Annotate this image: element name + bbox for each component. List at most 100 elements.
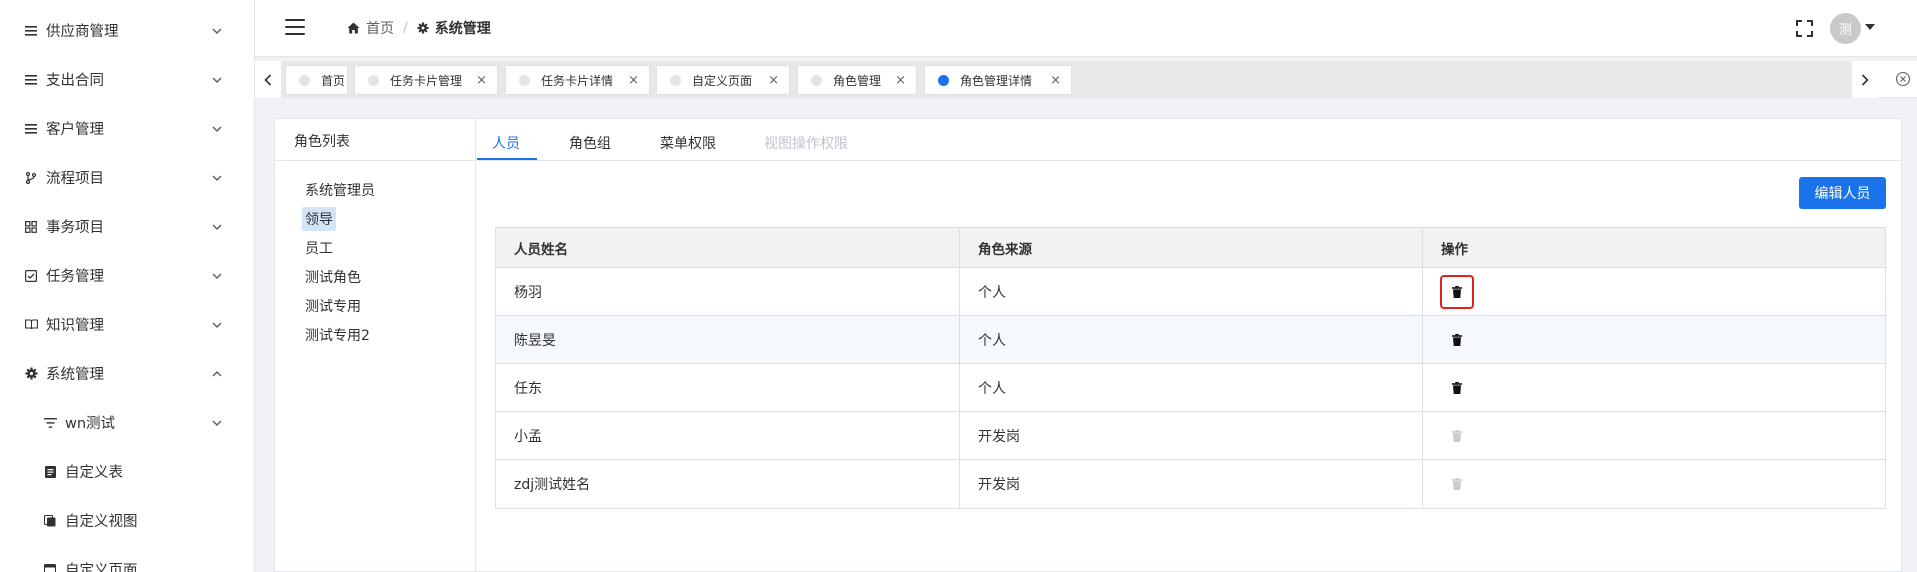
role-item[interactable]: 测试专用2 <box>302 323 373 347</box>
sidebar-item-system[interactable]: 系统管理 <box>0 349 254 398</box>
cell-actions <box>1423 460 1885 508</box>
column-header-actions: 操作 <box>1441 241 1468 258</box>
gear-icon <box>24 367 38 381</box>
sidebar-item-label: 自定义表 <box>65 465 123 481</box>
branch-icon <box>24 171 38 185</box>
role-item[interactable]: 测试专用 <box>302 294 364 318</box>
close-icon[interactable]: × <box>768 73 779 88</box>
active-tab-underline <box>477 158 537 160</box>
role-item[interactable]: 员工 <box>302 236 336 260</box>
chevron-down-icon <box>212 321 222 328</box>
sidebar-item-affair-project[interactable]: 事务项目 <box>0 202 254 251</box>
delete-button[interactable] <box>1440 371 1474 405</box>
table-row: 陈昱旻 个人 <box>496 316 1885 364</box>
sidebar-item-flow-project[interactable]: 流程项目 <box>0 153 254 202</box>
close-icon[interactable]: × <box>895 73 906 88</box>
sidebar-item-label: 系统管理 <box>46 367 104 383</box>
table-row: 杨羽 个人 <box>496 268 1885 316</box>
table-row: 小孟 开发岗 <box>496 412 1885 460</box>
breadcrumb-separator: / <box>403 20 408 36</box>
delete-button-disabled <box>1440 419 1474 453</box>
sidebar-item-task[interactable]: 任务管理 <box>0 251 254 300</box>
detail-tabs: 人员 角色组 菜单权限 视图操作权限 <box>477 119 1901 161</box>
tab-role-detail[interactable]: 角色管理详情 × <box>924 65 1072 95</box>
delete-button[interactable] <box>1440 274 1474 309</box>
grid-icon <box>24 220 38 234</box>
app-root: 供应商管理 支出合同 客户管理 流程项目 事务项目 任务管理 知识管理 系统管理… <box>0 0 1917 572</box>
sidebar-subitem-wn-test[interactable]: wn测试 <box>0 398 254 447</box>
tabs-bar: 首页 任务卡片管理 × 任务卡片详情 × 自定义页面 × 角色管理 × 角色管理… <box>255 61 1917 98</box>
chevron-up-icon <box>212 370 222 377</box>
sidebar-subitem-custom-table[interactable]: 自定义表 <box>0 447 254 496</box>
cell-name: 小孟 <box>496 412 960 459</box>
hamburger-menu-icon[interactable] <box>285 19 305 35</box>
cell-name: zdj测试姓名 <box>496 460 960 508</box>
list-icon <box>24 73 38 87</box>
caret-down-icon[interactable] <box>1865 24 1875 30</box>
chevron-down-icon <box>212 125 222 132</box>
sidebar-item-label: 客户管理 <box>46 122 104 138</box>
sidebar-item-supplier[interactable]: 供应商管理 <box>0 6 254 55</box>
breadcrumb-current: 系统管理 <box>434 21 491 37</box>
delete-button[interactable] <box>1440 323 1474 357</box>
sidebar-item-label: 知识管理 <box>46 318 104 334</box>
tab-dot <box>368 74 379 86</box>
members-table: 人员姓名 角色来源 操作 杨羽 个人 陈昱旻 个人 任东 个人 小孟 开发岗 z… <box>495 227 1886 509</box>
cell-name: 杨羽 <box>496 268 960 315</box>
sidebar: 供应商管理 支出合同 客户管理 流程项目 事务项目 任务管理 知识管理 系统管理… <box>0 0 255 572</box>
sidebar-item-label: 自定义页面 <box>65 563 138 572</box>
close-all-tabs-icon[interactable] <box>1895 71 1911 87</box>
tab-task-card-manage[interactable]: 任务卡片管理 × <box>354 65 498 95</box>
trash-icon <box>1452 285 1462 298</box>
tab-label: 任务卡片详情 <box>541 73 614 88</box>
close-icon[interactable]: × <box>1050 73 1061 88</box>
fullscreen-icon[interactable] <box>1796 20 1813 37</box>
tab-menu-permission[interactable]: 菜单权限 <box>660 133 716 153</box>
close-icon[interactable]: × <box>476 73 487 88</box>
cell-source: 开发岗 <box>960 460 1423 508</box>
role-item[interactable]: 系统管理员 <box>302 178 378 202</box>
chevron-down-icon <box>212 419 222 426</box>
cell-source: 个人 <box>960 268 1423 315</box>
sidebar-item-label: 事务项目 <box>46 220 104 236</box>
role-item[interactable]: 测试角色 <box>302 265 364 289</box>
role-item-selected[interactable]: 领导 <box>302 207 336 231</box>
tab-task-card-detail[interactable]: 任务卡片详情 × <box>505 65 650 95</box>
avatar[interactable]: 测 <box>1830 13 1861 44</box>
tabs-scroll-left-icon[interactable] <box>255 61 281 98</box>
sidebar-subitem-custom-view[interactable]: 自定义视图 <box>0 496 254 545</box>
tab-custom-page[interactable]: 自定义页面 × <box>656 65 790 95</box>
divider <box>275 160 475 161</box>
breadcrumb: 首页 / 系统管理 <box>347 18 491 38</box>
chevron-down-icon <box>212 223 222 230</box>
column-header-name: 人员姓名 <box>496 228 960 267</box>
sidebar-item-label: 任务管理 <box>46 269 104 285</box>
tab-dot <box>811 74 822 86</box>
trash-icon <box>1452 429 1462 442</box>
trash-icon <box>1452 333 1462 346</box>
cell-actions <box>1423 412 1885 459</box>
copy-icon <box>43 514 57 528</box>
tabs-track: 首页 任务卡片管理 × 任务卡片详情 × 自定义页面 × 角色管理 × 角色管理… <box>281 61 1852 98</box>
breadcrumb-home[interactable]: 首页 <box>366 18 394 38</box>
book-icon <box>24 318 38 332</box>
tab-role-group[interactable]: 角色组 <box>569 133 611 153</box>
window-icon <box>43 563 57 572</box>
tab-dot <box>938 74 949 86</box>
cell-actions <box>1423 268 1885 315</box>
tabs-scroll-right-icon[interactable] <box>1852 61 1878 98</box>
sidebar-item-expense-contract[interactable]: 支出合同 <box>0 55 254 104</box>
edit-members-button[interactable]: 编辑人员 <box>1799 177 1886 209</box>
role-list-panel: 角色列表 系统管理员 领导 员工 测试角色 测试专用 测试专用2 <box>275 119 476 572</box>
sidebar-subitem-custom-page[interactable]: 自定义页面 <box>0 545 254 572</box>
close-icon[interactable]: × <box>628 73 639 88</box>
tab-home[interactable]: 首页 <box>285 65 348 95</box>
cell-actions <box>1423 364 1885 411</box>
delete-button-disabled <box>1440 467 1474 501</box>
tab-role-manage[interactable]: 角色管理 × <box>797 65 917 95</box>
sidebar-item-customer[interactable]: 客户管理 <box>0 104 254 153</box>
sidebar-item-knowledge[interactable]: 知识管理 <box>0 300 254 349</box>
content-card: 角色列表 系统管理员 领导 员工 测试角色 测试专用 测试专用2 人员 角色组 … <box>274 118 1902 572</box>
tab-members[interactable]: 人员 <box>492 133 520 153</box>
sidebar-item-label: 流程项目 <box>46 171 104 187</box>
